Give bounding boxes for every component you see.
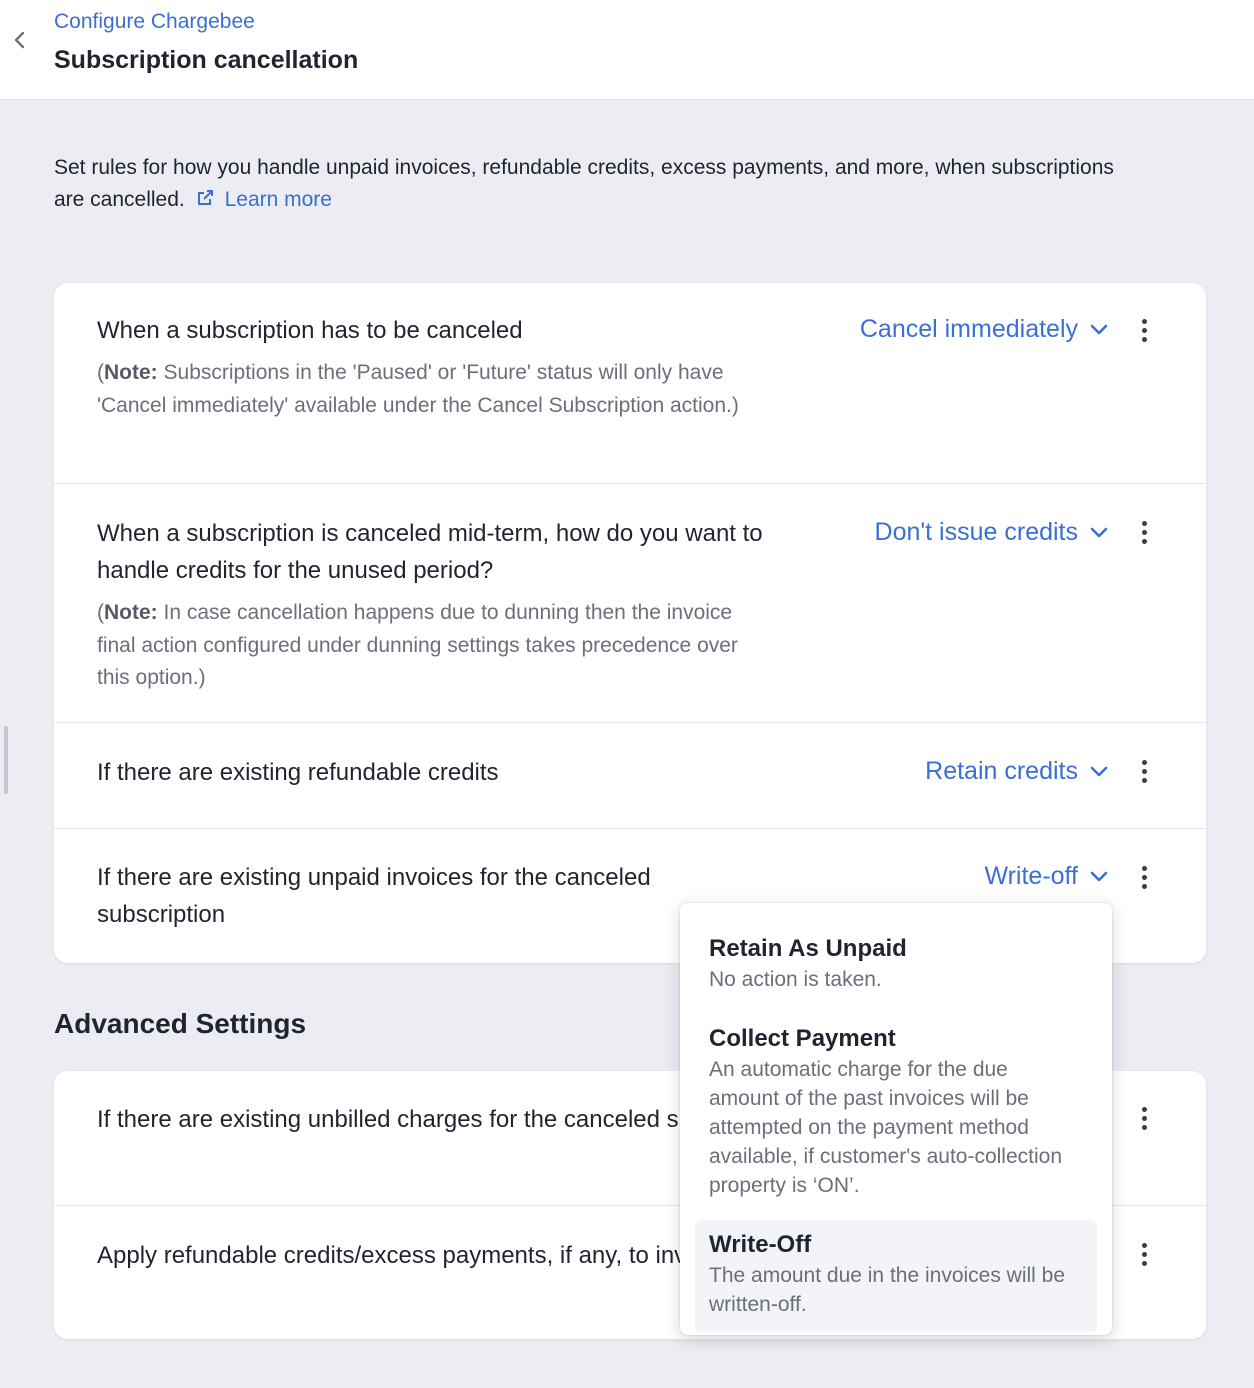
page-header: Configure Chargebee Subscription cancell… [0, 0, 1254, 100]
back-button[interactable] [6, 24, 32, 56]
rule-row-midterm-credits: When a subscription is canceled mid-term… [54, 483, 1206, 722]
chevron-left-icon [14, 31, 25, 49]
rule-note: (Note: In case cancellation happens due … [97, 601, 738, 689]
refundable-credits-dropdown[interactable]: Retain credits [925, 757, 1108, 786]
breadcrumb-configure-chargebee[interactable]: Configure Chargebee [54, 10, 255, 34]
cancel-timing-dropdown[interactable]: Cancel immediately [860, 315, 1108, 344]
kebab-menu-icon[interactable] [1132, 1101, 1156, 1135]
kebab-menu-icon[interactable] [1132, 754, 1156, 788]
dropdown-value: Write-off [984, 862, 1078, 890]
dropdown-value: Retain credits [925, 757, 1078, 785]
option-title: Write-Off [709, 1231, 812, 1258]
chevron-down-icon [1090, 324, 1108, 336]
option-retain-as-unpaid[interactable]: Retain As Unpaid No action is taken. [695, 933, 1097, 994]
option-title: Retain As Unpaid [709, 935, 907, 962]
midterm-credits-dropdown[interactable]: Don't issue credits [875, 518, 1108, 547]
option-collect-payment[interactable]: Collect Payment An automatic charge for … [695, 1023, 1097, 1200]
option-write-off[interactable]: Write-Off The amount due in the invoices… [695, 1220, 1097, 1332]
rule-question: If there are existing unpaid invoices fo… [97, 864, 651, 928]
option-description: An automatic charge for the due amount o… [709, 1058, 1063, 1197]
unpaid-invoices-dropdown-menu: Retain As Unpaid No action is taken. Col… [680, 903, 1112, 1335]
sidebar-resize-handle[interactable] [4, 726, 8, 794]
option-title: Collect Payment [709, 1025, 896, 1052]
chevron-down-icon [1090, 527, 1108, 539]
external-link-icon [197, 190, 213, 205]
chevron-down-icon [1090, 766, 1108, 778]
rule-question: When a subscription has to be canceled [97, 317, 523, 344]
unpaid-invoices-dropdown[interactable]: Write-off [984, 862, 1108, 891]
intro-paragraph: Set rules for how you handle unpaid invo… [54, 152, 1134, 216]
option-description: The amount due in the invoices will be w… [709, 1264, 1066, 1316]
rule-row-refundable-credits: If there are existing refundable credits… [54, 722, 1206, 828]
page-title: Subscription cancellation [54, 46, 359, 74]
cancellation-rules-card: When a subscription has to be canceled (… [54, 283, 1206, 963]
rule-note: (Note: Subscriptions in the 'Paused' or … [97, 361, 739, 417]
kebab-menu-icon[interactable] [1132, 515, 1156, 549]
chevron-down-icon [1090, 871, 1108, 883]
rule-row-cancel-timing: When a subscription has to be canceled (… [54, 283, 1206, 483]
kebab-menu-icon[interactable] [1132, 313, 1156, 347]
kebab-menu-icon[interactable] [1132, 1237, 1156, 1271]
learn-more-link[interactable]: Learn more [195, 188, 332, 211]
rule-question: When a subscription is canceled mid-term… [97, 520, 763, 584]
dropdown-value: Don't issue credits [874, 518, 1078, 546]
option-description: No action is taken. [709, 968, 882, 991]
advanced-settings-heading: Advanced Settings [54, 1008, 307, 1039]
dropdown-value: Cancel immediately [859, 315, 1078, 343]
rule-question: If there are existing refundable credits [97, 759, 499, 786]
kebab-menu-icon[interactable] [1132, 860, 1156, 894]
learn-more-label: Learn more [224, 188, 332, 211]
